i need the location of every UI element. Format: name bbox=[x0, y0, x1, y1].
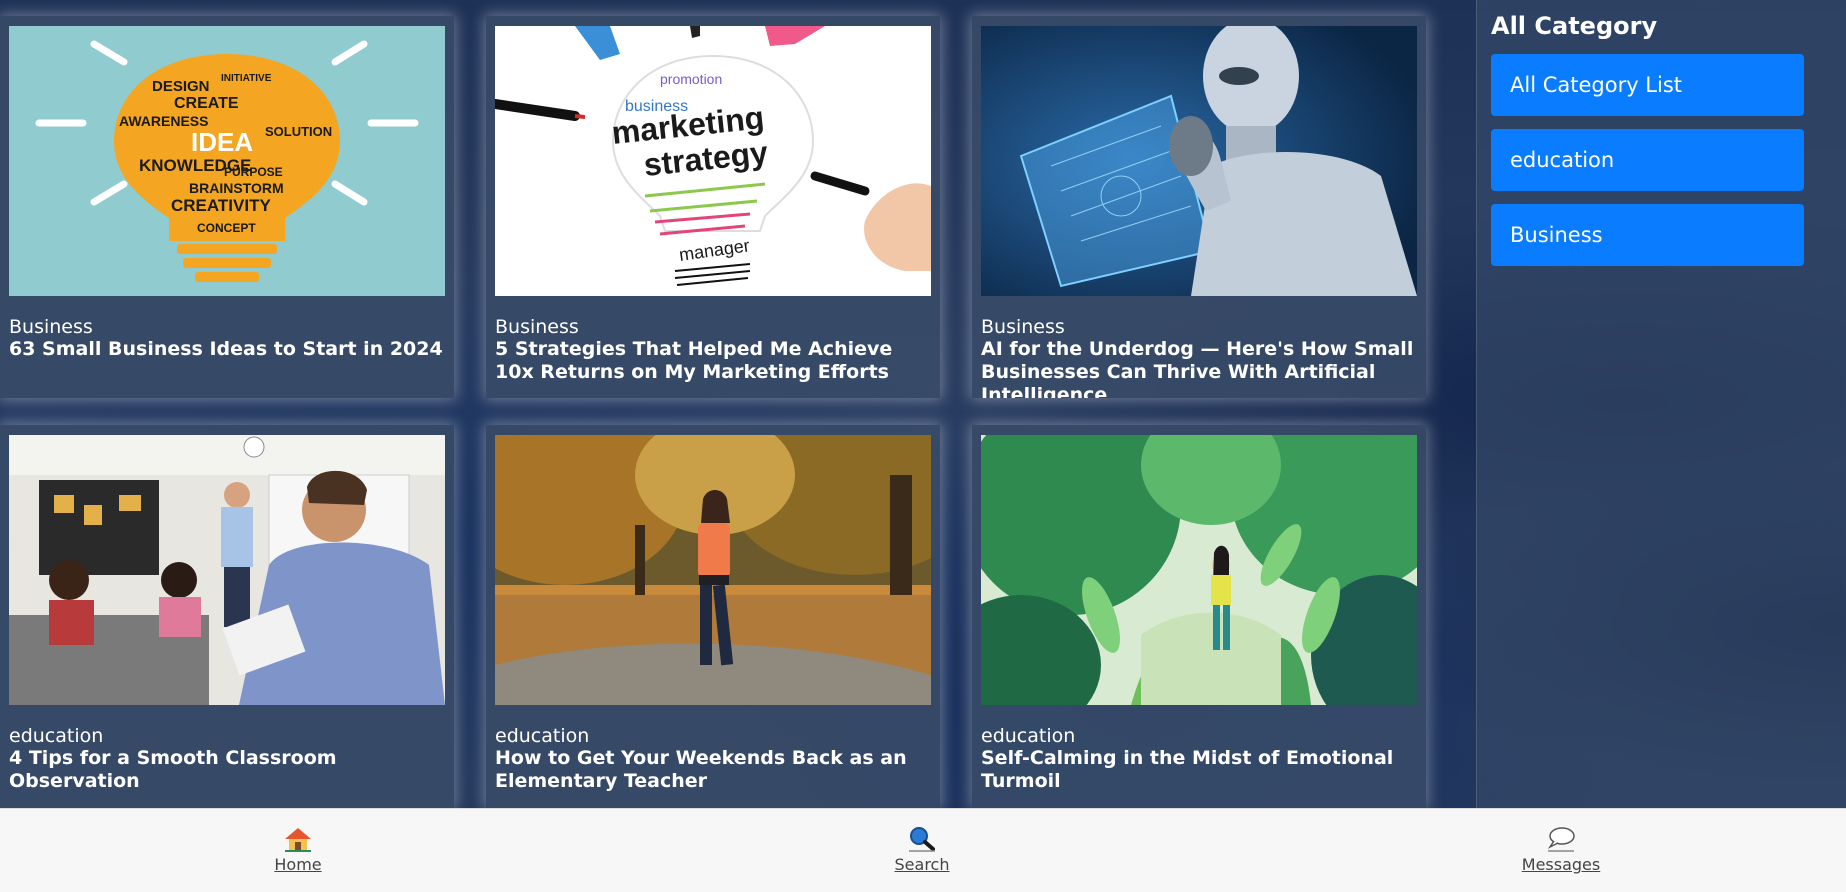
idea-word: BRAINSTORM bbox=[189, 180, 284, 196]
nav-messages[interactable]: Messages bbox=[1501, 825, 1621, 874]
post-card[interactable]: promotion business marketing strategy ma… bbox=[486, 16, 940, 398]
sidebar-title: All Category bbox=[1491, 12, 1658, 40]
post-thumbnail-robot[interactable] bbox=[981, 26, 1417, 296]
post-thumbnail-idea-lightbulb[interactable]: DESIGN INITIATIVE CREATE AWARENESS IDEA … bbox=[9, 26, 445, 296]
post-thumbnail-marketing-strategy[interactable]: promotion business marketing strategy ma… bbox=[495, 26, 931, 296]
marketing-word: promotion bbox=[660, 71, 722, 87]
post-category[interactable]: Business bbox=[981, 316, 1065, 338]
idea-word: INITIATIVE bbox=[221, 73, 272, 84]
post-card[interactable]: education Self-Calming in the Midst of E… bbox=[972, 425, 1426, 808]
post-category[interactable]: education bbox=[495, 725, 589, 747]
home-icon bbox=[285, 828, 311, 852]
idea-word: IDEA bbox=[191, 127, 253, 157]
idea-word: CONCEPT bbox=[197, 221, 256, 235]
bottom-navigation: Home Search Messages bbox=[0, 808, 1846, 892]
idea-word: PURPOSE bbox=[224, 165, 283, 179]
category-sidebar: All Category All Category List education… bbox=[1476, 0, 1846, 808]
post-thumbnail-jungle-illustration[interactable] bbox=[981, 435, 1417, 705]
category-education-button[interactable]: education bbox=[1491, 129, 1804, 191]
category-business-button[interactable]: Business bbox=[1491, 204, 1804, 266]
post-title[interactable]: 4 Tips for a Smooth Classroom Observatio… bbox=[9, 747, 449, 793]
post-thumbnail-classroom[interactable] bbox=[9, 435, 445, 705]
idea-word: SOLUTION bbox=[265, 124, 332, 139]
search-icon bbox=[909, 827, 935, 852]
idea-word: DESIGN bbox=[152, 78, 210, 95]
post-card[interactable]: DESIGN INITIATIVE CREATE AWARENESS IDEA … bbox=[0, 16, 454, 398]
post-card[interactable]: education How to Get Your Weekends Back … bbox=[486, 425, 940, 808]
post-title[interactable]: AI for the Underdog — Here's How Small B… bbox=[981, 338, 1421, 398]
idea-word: CREATE bbox=[174, 95, 239, 112]
post-title[interactable]: How to Get Your Weekends Back as an Elem… bbox=[495, 747, 935, 793]
post-title[interactable]: Self-Calming in the Midst of Emotional T… bbox=[981, 747, 1421, 793]
post-grid: DESIGN INITIATIVE CREATE AWARENESS IDEA … bbox=[0, 0, 1476, 808]
post-category[interactable]: Business bbox=[9, 316, 93, 338]
post-title[interactable]: 5 Strategies That Helped Me Achieve 10x … bbox=[495, 338, 935, 384]
idea-word: CREATIVITY bbox=[171, 196, 271, 215]
post-category[interactable]: Business bbox=[495, 316, 579, 338]
post-title[interactable]: 63 Small Business Ideas to Start in 2024 bbox=[9, 338, 449, 361]
nav-search-label: Search bbox=[894, 855, 950, 874]
post-category[interactable]: education bbox=[981, 725, 1075, 747]
post-thumbnail-autumn-walk[interactable] bbox=[495, 435, 931, 705]
category-all-list-button[interactable]: All Category List bbox=[1491, 54, 1804, 116]
post-card[interactable]: Business AI for the Underdog — Here's Ho… bbox=[972, 16, 1426, 398]
post-category[interactable]: education bbox=[9, 725, 103, 747]
post-card[interactable]: education 4 Tips for a Smooth Classroom … bbox=[0, 425, 454, 808]
nav-home[interactable]: Home bbox=[238, 825, 358, 874]
speech-bubble-icon bbox=[1547, 827, 1575, 852]
nav-messages-label: Messages bbox=[1521, 855, 1601, 874]
nav-home-label: Home bbox=[274, 855, 322, 874]
nav-search[interactable]: Search bbox=[862, 825, 982, 874]
